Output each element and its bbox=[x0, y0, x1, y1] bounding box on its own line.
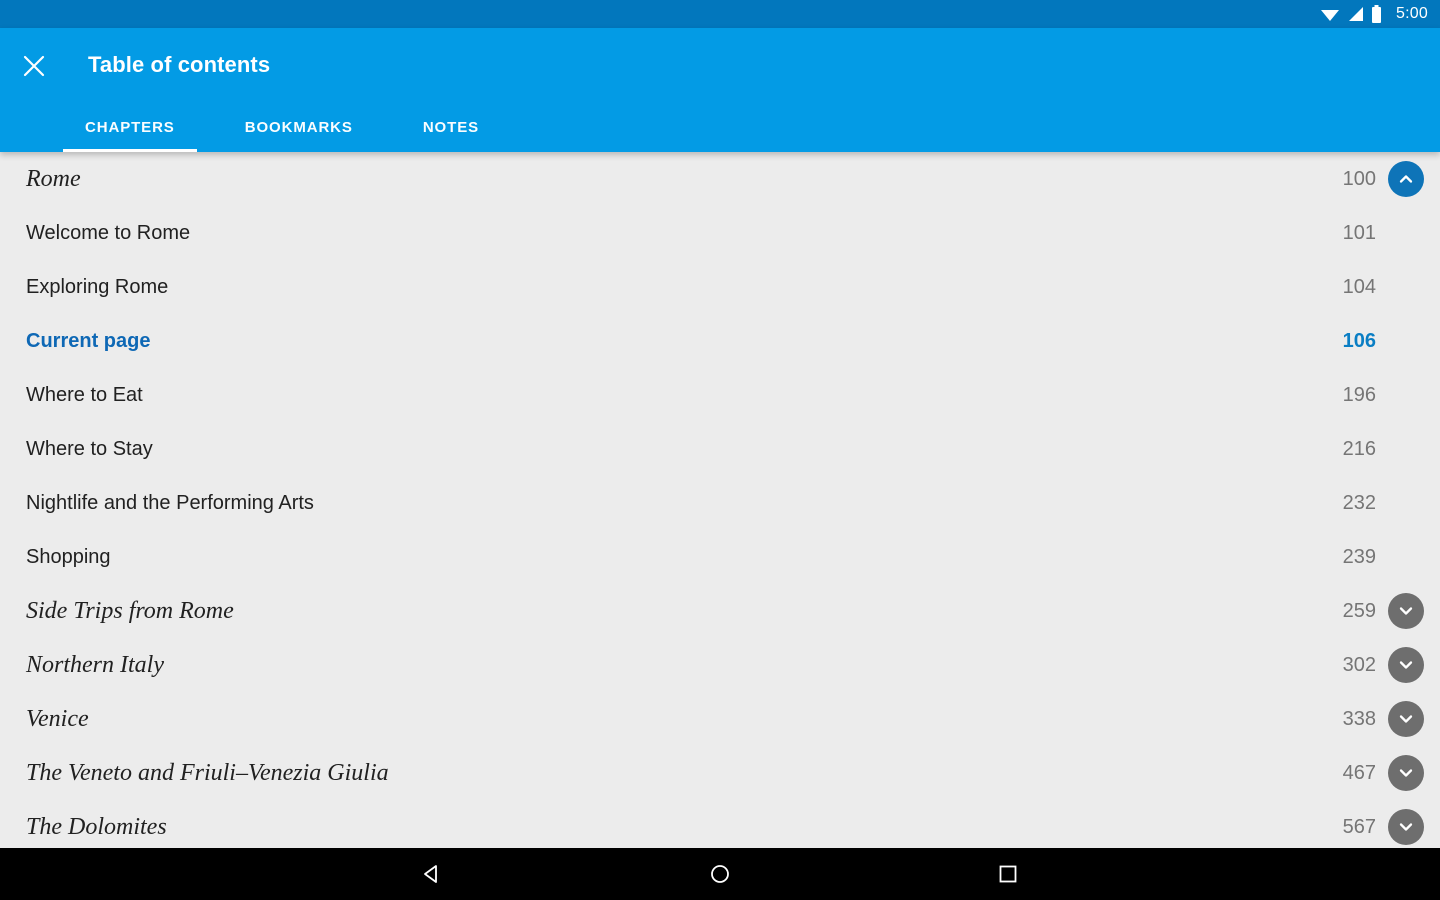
recents-icon[interactable] bbox=[972, 848, 1044, 900]
tab-chapters-label: CHAPTERS bbox=[85, 118, 175, 136]
toc-row-label: Where to Eat bbox=[26, 384, 143, 406]
toc-row[interactable]: Welcome to Rome 101 bbox=[0, 206, 1440, 260]
toc-row-page-number: 216 bbox=[1342, 438, 1376, 460]
toggle-spacer bbox=[1388, 431, 1424, 467]
toc-row-page-number: 106 bbox=[1342, 330, 1376, 352]
tab-separator bbox=[197, 102, 223, 152]
tab-bookmarks[interactable]: BOOKMARKS bbox=[223, 102, 375, 152]
toc-row[interactable]: The Dolomites 567 bbox=[0, 800, 1440, 848]
toc-row-page-number: 338 bbox=[1342, 708, 1376, 730]
wifi-icon bbox=[1320, 6, 1340, 22]
toc-row-page-number: 567 bbox=[1342, 816, 1376, 838]
toc-row[interactable]: Current page 106 bbox=[0, 314, 1440, 368]
toc-row-label: Rome bbox=[26, 166, 81, 192]
toc-row-label: Venice bbox=[26, 706, 89, 732]
chevron-up-icon[interactable] bbox=[1388, 161, 1424, 197]
tab-chapters[interactable]: CHAPTERS bbox=[63, 102, 197, 152]
toc-row[interactable]: Shopping 239 bbox=[0, 530, 1440, 584]
tab-bar: CHAPTERS BOOKMARKS NOTES bbox=[0, 102, 501, 152]
toc-row-page-number: 302 bbox=[1342, 654, 1376, 676]
toc-row[interactable]: Nightlife and the Performing Arts 232 bbox=[0, 476, 1440, 530]
tab-notes-label: NOTES bbox=[422, 118, 480, 136]
toc-row[interactable]: Where to Stay 216 bbox=[0, 422, 1440, 476]
toggle-spacer bbox=[1388, 539, 1424, 575]
status-bar: 5:00 bbox=[0, 0, 1440, 28]
chevron-down-icon[interactable] bbox=[1388, 593, 1424, 629]
toc-row[interactable]: Exploring Rome 104 bbox=[0, 260, 1440, 314]
close-icon[interactable] bbox=[14, 46, 54, 86]
signal-icon bbox=[1347, 6, 1364, 22]
toc-row-label: The Veneto and Friuli–Venezia Giulia bbox=[26, 760, 389, 786]
toc-row-page-number: 196 bbox=[1342, 384, 1376, 406]
home-icon[interactable] bbox=[684, 848, 756, 900]
toc-row[interactable]: Venice 338 bbox=[0, 692, 1440, 746]
toc-row-label: Welcome to Rome bbox=[26, 222, 191, 244]
toc-row-page-number: 239 bbox=[1342, 546, 1376, 568]
app-bar-top: Table of contents bbox=[0, 28, 1440, 102]
toc-row-page-number: 101 bbox=[1342, 222, 1376, 244]
toggle-spacer bbox=[1388, 323, 1424, 359]
toc-row-label: Current page bbox=[26, 330, 151, 352]
toc-row-page-number: 104 bbox=[1342, 276, 1376, 298]
toggle-spacer bbox=[1388, 269, 1424, 305]
status-icon-group: 5:00 bbox=[1320, 5, 1428, 23]
toc-row[interactable]: Side Trips from Rome 259 bbox=[0, 584, 1440, 638]
chevron-down-icon[interactable] bbox=[1388, 647, 1424, 683]
page-title: Table of contents bbox=[88, 52, 271, 77]
toc-row-page-number: 232 bbox=[1342, 492, 1376, 514]
toc-list[interactable]: Rome 100 Welcome to Rome 101 Exploring Rome 1… bbox=[0, 152, 1440, 848]
tab-notes[interactable]: NOTES bbox=[401, 102, 501, 152]
toc-row-label: The Dolomites bbox=[26, 814, 167, 840]
tab-bookmarks-label: BOOKMARKS bbox=[244, 118, 353, 136]
toc-row-page-number: 467 bbox=[1342, 762, 1376, 784]
toggle-spacer bbox=[1388, 485, 1424, 521]
toc-row-label: Where to Stay bbox=[26, 438, 153, 460]
toggle-spacer bbox=[1388, 215, 1424, 251]
toc-row[interactable]: The Veneto and Friuli–Venezia Giulia 467 bbox=[0, 746, 1440, 800]
chevron-down-icon[interactable] bbox=[1388, 809, 1424, 845]
battery-icon bbox=[1371, 5, 1382, 23]
toc-row-label: Side Trips from Rome bbox=[26, 598, 234, 624]
back-icon[interactable] bbox=[396, 848, 468, 900]
toc-row-label: Exploring Rome bbox=[26, 276, 169, 298]
chevron-down-icon[interactable] bbox=[1388, 701, 1424, 737]
system-navigation-bar bbox=[0, 848, 1440, 900]
toc-row[interactable]: Where to Eat 196 bbox=[0, 368, 1440, 422]
toc-row-page-number: 100 bbox=[1342, 168, 1376, 190]
toc-row-page-number: 259 bbox=[1342, 600, 1376, 622]
toggle-spacer bbox=[1388, 377, 1424, 413]
toc-row-label: Shopping bbox=[26, 546, 111, 568]
toc-row-label: Northern Italy bbox=[26, 652, 164, 678]
toc-row[interactable]: Northern Italy 302 bbox=[0, 638, 1440, 692]
toc-row-label: Nightlife and the Performing Arts bbox=[26, 492, 314, 514]
chevron-down-icon[interactable] bbox=[1388, 755, 1424, 791]
tab-separator bbox=[375, 102, 401, 152]
toc-screen: 5:00 Table of contents CHAPTERS BOOKMARK… bbox=[0, 0, 1440, 900]
toc-row[interactable]: Rome 100 bbox=[0, 152, 1440, 206]
app-bar: Table of contents CHAPTERS BOOKMARKS NOT… bbox=[0, 28, 1440, 152]
status-clock: 5:00 bbox=[1396, 5, 1428, 22]
